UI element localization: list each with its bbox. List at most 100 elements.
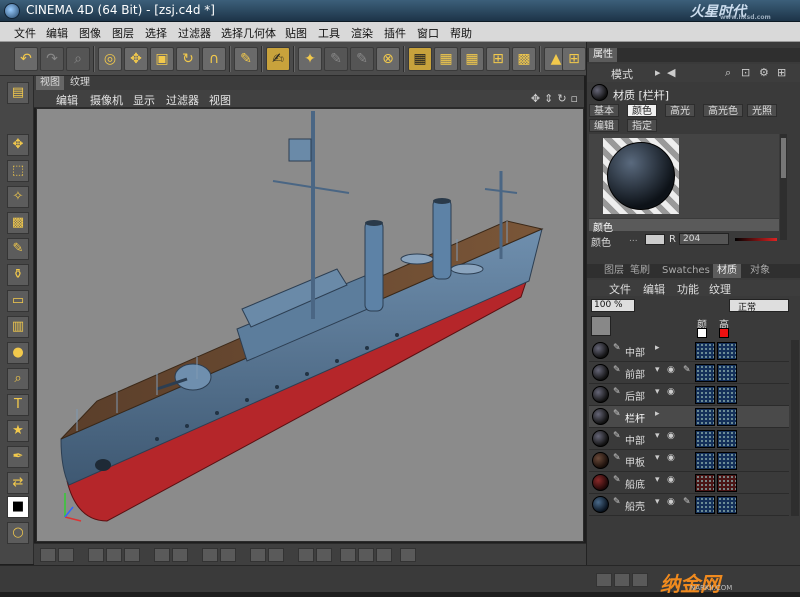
list-item[interactable]: ✎ 船底 ▾ ◉: [589, 472, 789, 494]
tab-basic[interactable]: 基本: [589, 104, 619, 117]
pen-icon[interactable]: ✎: [683, 497, 691, 507]
menu-select[interactable]: 选择: [145, 25, 167, 41]
arrow-down-icon[interactable]: ▾: [655, 431, 660, 441]
paint-brush-icon[interactable]: ✍: [266, 47, 290, 71]
paint-tool-b-icon[interactable]: ✎: [324, 47, 348, 71]
new-material-icon[interactable]: [591, 316, 611, 336]
render-icon[interactable]: ▦: [408, 47, 432, 71]
arrow-down-icon[interactable]: ▾: [655, 387, 660, 397]
frame-icon[interactable]: [268, 548, 284, 562]
move-icon[interactable]: ✥: [7, 134, 29, 156]
paint-tool-c-icon[interactable]: ✎: [350, 47, 374, 71]
tab-layers[interactable]: 图层: [601, 264, 627, 278]
checker-c-icon[interactable]: ▩: [512, 47, 536, 71]
maximize-icon[interactable]: ▫: [571, 92, 578, 105]
tab-specular-color[interactable]: 高光色: [703, 104, 743, 117]
list-item[interactable]: ✎ 中部 ▸: [589, 340, 789, 362]
brush-icon[interactable]: ✎: [613, 431, 621, 441]
undo-icon[interactable]: ↶: [14, 47, 38, 71]
brush-icon[interactable]: ✎: [613, 497, 621, 507]
b-menu-edit[interactable]: 编辑: [643, 281, 665, 297]
list-item[interactable]: ✎ 栏杆 ▸: [589, 406, 789, 428]
pen-icon[interactable]: ✎: [683, 365, 691, 375]
frame-icon[interactable]: [124, 548, 140, 562]
vp-menu-display[interactable]: 显示: [133, 92, 155, 108]
b-menu-texture[interactable]: 纹理: [709, 281, 731, 297]
menu-window[interactable]: 窗口: [417, 25, 439, 41]
tab-editor[interactable]: 编辑: [589, 119, 619, 132]
eye-icon[interactable]: ◉: [667, 497, 675, 507]
arrow-right-icon[interactable]: ▸: [655, 409, 660, 419]
list-item[interactable]: ✎ 前部 ▾ ◉ ✎: [589, 362, 789, 384]
list-item[interactable]: ✎ 中部 ▾ ◉: [589, 428, 789, 450]
vp-menu-view[interactable]: 视图: [209, 92, 231, 108]
new-icon[interactable]: ⊞: [777, 66, 786, 79]
menu-select-geometry[interactable]: 选择几何体: [221, 25, 276, 41]
arrow-down-icon[interactable]: ▾: [655, 453, 660, 463]
magnet-icon[interactable]: ∩: [202, 47, 226, 71]
magnifier-icon[interactable]: ⌕: [7, 368, 29, 390]
zoom-icon[interactable]: ⌕: [66, 47, 90, 71]
frame-icon[interactable]: [172, 548, 188, 562]
frame-icon[interactable]: [220, 548, 236, 562]
scrollbar[interactable]: [780, 134, 787, 240]
palette-icon[interactable]: ▤: [7, 82, 29, 104]
menu-file[interactable]: 文件: [14, 25, 36, 41]
list-item[interactable]: ✎ 船壳 ▾ ◉ ✎: [589, 494, 789, 516]
eraser-icon[interactable]: ▭: [7, 290, 29, 312]
swap-color-icon[interactable]: ⇄: [7, 472, 29, 494]
tab-objects[interactable]: 对象: [747, 264, 773, 278]
live-select-icon[interactable]: ◎: [98, 47, 122, 71]
checker-a-icon[interactable]: ▦: [434, 47, 458, 71]
menu-filter[interactable]: 过滤器: [178, 25, 211, 41]
tab-view[interactable]: 视图: [36, 76, 64, 90]
menu-render[interactable]: 渲染: [351, 25, 373, 41]
circle-icon[interactable]: ○: [7, 522, 29, 544]
frame-icon[interactable]: [40, 548, 56, 562]
b-menu-function[interactable]: 功能: [677, 281, 699, 297]
tab-swatches[interactable]: Swatches: [659, 264, 713, 278]
brush-icon[interactable]: ✎: [613, 343, 621, 353]
tab-illumination[interactable]: 光照: [747, 104, 777, 117]
arrow-down-icon[interactable]: ▾: [655, 475, 660, 485]
eye-icon[interactable]: ◉: [667, 387, 675, 397]
scale-tool-icon[interactable]: ▣: [150, 47, 174, 71]
brush-icon[interactable]: ✎: [613, 409, 621, 419]
tab-specular[interactable]: 高光: [665, 104, 695, 117]
tab-materials[interactable]: 材质: [713, 264, 741, 278]
gear-icon[interactable]: ⚙: [759, 66, 769, 79]
color-swatch[interactable]: [645, 234, 665, 245]
menu-help[interactable]: 帮助: [450, 25, 472, 41]
frame-icon[interactable]: [250, 548, 266, 562]
gradient-icon[interactable]: ▥: [7, 316, 29, 338]
brush-icon[interactable]: ✎: [234, 47, 258, 71]
attributes-tab[interactable]: 属性: [589, 48, 617, 62]
menu-layer[interactable]: 图层: [112, 25, 134, 41]
star-icon[interactable]: ★: [7, 420, 29, 442]
layout-icon[interactable]: ⊞: [562, 47, 586, 71]
frame-icon[interactable]: [202, 548, 218, 562]
status-icon[interactable]: [632, 573, 648, 587]
brush-icon[interactable]: ✎: [613, 387, 621, 397]
rotate-tool-icon[interactable]: ↻: [176, 47, 200, 71]
paint-tool-d-icon[interactable]: ⊗: [376, 47, 400, 71]
color-swatch-icon[interactable]: ■: [7, 496, 29, 518]
frame-icon[interactable]: [298, 548, 314, 562]
menu-image[interactable]: 图像: [79, 25, 101, 41]
blend-mode-select[interactable]: 正常: [729, 299, 789, 313]
status-icon[interactable]: [596, 573, 612, 587]
list-item[interactable]: ✎ 甲板 ▾ ◉: [589, 450, 789, 472]
menu-tools[interactable]: 工具: [318, 25, 340, 41]
frame-icon[interactable]: [88, 548, 104, 562]
tab-texture[interactable]: 纹理: [66, 76, 94, 90]
tab-assign[interactable]: 指定: [627, 119, 657, 132]
eye-icon[interactable]: ◉: [667, 475, 675, 485]
move-tool-icon[interactable]: ✥: [124, 47, 148, 71]
redo-icon[interactable]: ↷: [40, 47, 64, 71]
arrows-icon[interactable]: ⇕: [544, 92, 553, 105]
zoom-field[interactable]: 100 %: [591, 299, 635, 312]
uv-icon[interactable]: ⊞: [486, 47, 510, 71]
arrow-down-icon[interactable]: ▾: [655, 497, 660, 507]
checker-b-icon[interactable]: ▦: [460, 47, 484, 71]
drop-icon[interactable]: ●: [7, 342, 29, 364]
